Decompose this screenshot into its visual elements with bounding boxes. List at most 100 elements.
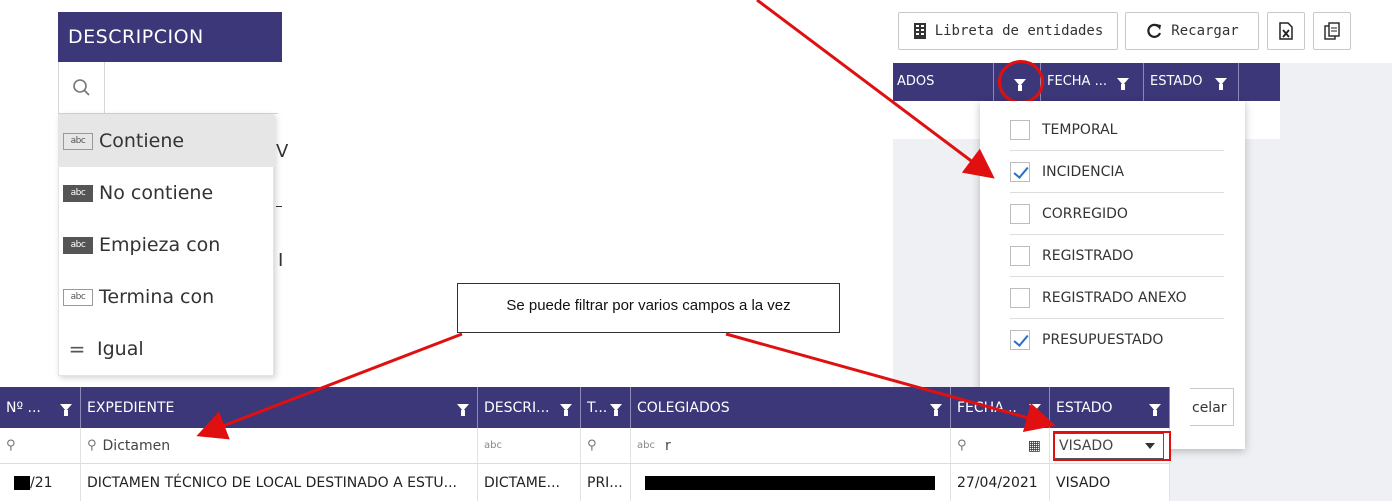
- column-header-estado[interactable]: ESTADO: [1050, 387, 1170, 428]
- contains-icon: abc: [63, 132, 93, 150]
- calendar-icon[interactable]: ▦: [1028, 438, 1041, 454]
- contains-icon: abc: [637, 440, 655, 451]
- estado-option[interactable]: REGISTRADO ANEXO: [1010, 277, 1224, 319]
- recargar-button[interactable]: Recargar: [1125, 12, 1259, 50]
- columns-icon: [1324, 22, 1340, 40]
- colegiados-filter-input[interactable]: abc r: [631, 428, 951, 463]
- colegiados-cell: [631, 464, 951, 501]
- estado-grid-header: ADOS FECHA ... ESTADO: [893, 63, 1280, 101]
- funnel-icon[interactable]: [610, 403, 622, 416]
- menu-item-label: Termina con: [99, 286, 215, 308]
- descripcion-filter-cell[interactable]: abc: [478, 428, 581, 463]
- colegiados-filter-value: r: [664, 437, 671, 454]
- column-header-estado[interactable]: ESTADO: [1144, 63, 1239, 101]
- search-icon: ⚲: [87, 438, 97, 453]
- descripcion-cell: DICTAME...: [478, 464, 581, 501]
- toolbar: Libreta de entidades Recargar: [893, 0, 1392, 63]
- column-header-label: ESTADO: [1150, 74, 1203, 89]
- contains-icon: abc: [484, 440, 502, 451]
- estado-option[interactable]: PRESUPUESTADO: [1010, 319, 1224, 361]
- menu-item-contiene[interactable]: abc Contiene: [59, 115, 275, 167]
- column-header-label: ADOS: [897, 74, 935, 89]
- funnel-icon[interactable]: [457, 403, 469, 416]
- expediente-value: DICTAMEN TÉCNICO DE LOCAL DESTINADO A ES…: [87, 474, 457, 491]
- column-header-label: COLEGIADOS: [637, 399, 730, 416]
- checkbox[interactable]: [1010, 287, 1030, 308]
- grid-filter-row: ⚲ ⚲ Dictamen abc ⚲ abc r ⚲ ▦ VISADO: [0, 428, 1170, 464]
- expediente-cell: DICTAMEN TÉCNICO DE LOCAL DESTINADO A ES…: [81, 464, 478, 501]
- filter-operator-menu: abc Contiene abc No contiene abc Empieza…: [58, 114, 275, 376]
- export-excel-button[interactable]: [1267, 12, 1305, 50]
- colegiados-header-fragment: ADOS: [893, 63, 994, 101]
- building-icon: [913, 23, 926, 39]
- tipo-filter-cell[interactable]: ⚲: [581, 428, 631, 463]
- option-label: CORREGIDO: [1042, 205, 1128, 222]
- highlight-circle: [998, 60, 1044, 104]
- tipo-value: PRI...: [587, 474, 623, 491]
- tipo-cell: PRI...: [581, 464, 631, 501]
- estado-option[interactable]: REGISTRADO: [1010, 235, 1224, 277]
- column-header-fecha[interactable]: FECHA ...: [1041, 63, 1144, 101]
- funnel-icon[interactable]: [1214, 78, 1227, 90]
- callout-text: Se puede filtrar por varios campos a la …: [506, 297, 791, 314]
- column-header-label: FECHA ...: [1047, 74, 1107, 89]
- redaction-bar: [14, 475, 30, 490]
- funnel-icon[interactable]: [560, 403, 572, 416]
- option-label: REGISTRADO ANEXO: [1042, 289, 1187, 306]
- estado-option[interactable]: TEMPORAL: [1010, 109, 1224, 151]
- checkbox[interactable]: [1010, 119, 1030, 140]
- estado-option[interactable]: CORREGIDO: [1010, 193, 1224, 235]
- clipped-text: V: [276, 141, 289, 162]
- libreta-entidades-button[interactable]: Libreta de entidades: [898, 12, 1118, 50]
- redaction-bar: [645, 475, 935, 490]
- funnel-icon[interactable]: [1149, 403, 1161, 416]
- column-header-tipo[interactable]: T...: [581, 387, 631, 428]
- menu-item-empieza-con[interactable]: abc Empieza con: [59, 219, 275, 271]
- search-icon: ⚲: [587, 438, 597, 453]
- funnel-icon[interactable]: [1029, 403, 1041, 416]
- funnel-icon[interactable]: [60, 403, 72, 416]
- menu-item-no-contiene[interactable]: abc No contiene: [59, 167, 275, 219]
- fecha-filter-cell[interactable]: ⚲ ▦: [951, 428, 1050, 463]
- expediente-filter-value: Dictamen: [102, 437, 171, 454]
- funnel-icon[interactable]: [930, 403, 942, 416]
- funnel-icon[interactable]: [1117, 78, 1130, 90]
- option-label: TEMPORAL: [1042, 121, 1118, 138]
- column-header-expediente[interactable]: EXPEDIENTE: [81, 387, 478, 428]
- clipped-text: I: [278, 250, 284, 271]
- expediente-filter-input[interactable]: ⚲ Dictamen: [81, 428, 478, 463]
- column-header-fecha[interactable]: FECHA...: [951, 387, 1050, 428]
- column-header-label: DESCRI...: [484, 399, 550, 416]
- columns-chooser-button[interactable]: [1313, 12, 1351, 50]
- option-label: REGISTRADO: [1042, 247, 1134, 264]
- libreta-label: Libreta de entidades: [934, 23, 1104, 39]
- checkbox[interactable]: [1010, 245, 1030, 266]
- fecha-cell: 27/04/2021: [951, 464, 1050, 501]
- estado-cell: VISADO: [1050, 464, 1170, 501]
- checkbox[interactable]: [1010, 161, 1030, 182]
- column-header-label: Nº ...: [6, 399, 41, 416]
- descripcion-value: DICTAME...: [484, 474, 561, 491]
- table-row[interactable]: /21 DICTAMEN TÉCNICO DE LOCAL DESTINADO …: [0, 464, 1170, 501]
- cancel-button[interactable]: celar: [1190, 388, 1234, 426]
- recargar-label: Recargar: [1171, 23, 1239, 39]
- search-icon: ⚲: [6, 438, 16, 453]
- column-header-numero[interactable]: Nº ...: [0, 387, 81, 428]
- search-icon: ⚲: [957, 438, 967, 453]
- checkbox[interactable]: [1010, 330, 1030, 350]
- cancel-label: celar: [1192, 400, 1227, 416]
- checkbox[interactable]: [1010, 203, 1030, 224]
- filter-operator-button[interactable]: [58, 62, 105, 114]
- starts-with-icon: abc: [63, 236, 93, 254]
- menu-item-termina-con[interactable]: abc Termina con: [59, 271, 275, 323]
- menu-item-igual[interactable]: = Igual: [59, 323, 275, 375]
- column-header-descripcion[interactable]: DESCRI...: [478, 387, 581, 428]
- descripcion-column-header[interactable]: DESCRIPCION: [58, 12, 282, 62]
- numero-cell: /21: [0, 464, 81, 501]
- search-icon: [73, 79, 90, 96]
- excel-icon: [1279, 22, 1293, 40]
- estado-option[interactable]: INCIDENCIA: [1010, 151, 1224, 193]
- grid-header-row: Nº ... EXPEDIENTE DESCRI... T... COLEGIA…: [0, 387, 1170, 428]
- column-header-colegiados[interactable]: COLEGIADOS: [631, 387, 951, 428]
- numero-filter-cell[interactable]: ⚲: [0, 428, 81, 463]
